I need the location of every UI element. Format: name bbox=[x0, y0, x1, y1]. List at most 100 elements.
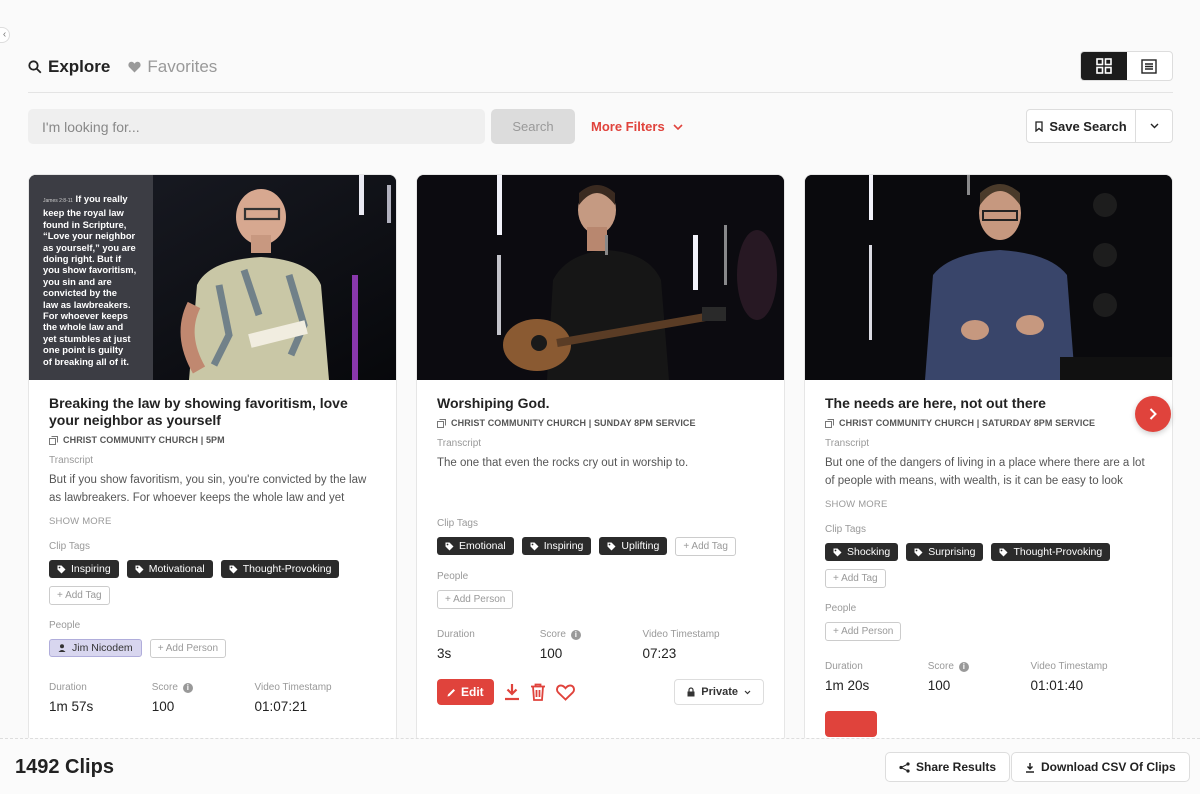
transcript-text: The one that even the rocks cry out in w… bbox=[437, 457, 689, 469]
save-search-label: Save Search bbox=[1049, 118, 1127, 134]
edit-button-label: Edit bbox=[461, 685, 484, 699]
person-chip[interactable]: Jim Nicodem bbox=[49, 639, 142, 657]
clip-count: 1492 Clips bbox=[15, 756, 114, 778]
clip-tag[interactable]: Surprising bbox=[906, 543, 984, 561]
clip-tags-label: Clip Tags bbox=[825, 524, 866, 535]
show-more-link[interactable]: SHOW MORE bbox=[825, 499, 1152, 510]
download-csv-button[interactable]: Download CSV Of Clips bbox=[1011, 752, 1190, 782]
timestamp-value: 01:07:21 bbox=[254, 699, 308, 714]
grid-view-button[interactable] bbox=[1081, 52, 1127, 80]
clip-card[interactable]: The needs are here, not out there CHRIST… bbox=[804, 174, 1173, 744]
timestamp-value: 07:23 bbox=[642, 646, 677, 661]
privacy-select[interactable]: Private bbox=[674, 679, 764, 705]
clip-thumbnail[interactable] bbox=[417, 175, 784, 380]
sidebar-collapse-toggle[interactable]: ‹ bbox=[0, 27, 10, 43]
copy-icon bbox=[437, 418, 446, 428]
list-icon bbox=[1141, 58, 1157, 74]
share-results-button[interactable]: Share Results bbox=[885, 752, 1011, 782]
clip-card[interactable]: James 2:8-11 If you really keep the roya… bbox=[28, 174, 397, 744]
add-tag-button[interactable]: + Add Tag bbox=[675, 537, 736, 556]
copy-icon bbox=[49, 435, 58, 445]
trash-icon[interactable] bbox=[530, 683, 546, 701]
copy-icon bbox=[825, 418, 834, 428]
clip-meta: CHRIST COMMUNITY CHURCH | SATURDAY 8PM S… bbox=[825, 418, 1152, 428]
clip-tag-label: Thought-Provoking bbox=[242, 563, 332, 575]
tag-icon bbox=[135, 565, 144, 573]
search-button[interactable]: Search bbox=[491, 109, 575, 144]
info-icon[interactable]: i bbox=[182, 682, 193, 693]
more-filters-button[interactable]: More Filters bbox=[591, 109, 683, 144]
clip-title[interactable]: Breaking the law by showing favoritism, … bbox=[49, 395, 376, 429]
tag-icon bbox=[833, 548, 842, 556]
clip-tag[interactable]: Thought-Provoking bbox=[220, 560, 340, 578]
privacy-label: Private bbox=[701, 686, 738, 698]
video-frame-speaker bbox=[805, 175, 1172, 380]
chevron-down-icon bbox=[1150, 123, 1158, 129]
transcript-text: But if you show favoritism, you sin, you… bbox=[49, 474, 367, 504]
more-filters-label: More Filters bbox=[591, 119, 665, 134]
clip-meta: CHRIST COMMUNITY CHURCH | 5PM bbox=[49, 435, 376, 445]
add-person-button[interactable]: + Add Person bbox=[437, 590, 514, 609]
clip-tag[interactable]: Emotional bbox=[437, 537, 514, 555]
add-person-button[interactable]: + Add Person bbox=[825, 622, 902, 641]
show-more-link[interactable]: SHOW MORE bbox=[49, 516, 376, 527]
timestamp-label: Video Timestamp bbox=[642, 629, 720, 640]
edit-button[interactable]: Edit bbox=[437, 679, 494, 705]
clip-tag[interactable]: Uplifting bbox=[599, 537, 668, 555]
download-icon[interactable] bbox=[504, 683, 520, 701]
clip-tag[interactable]: Thought-Provoking bbox=[991, 543, 1111, 561]
clip-source: CHRIST COMMUNITY CHURCH | SATURDAY 8PM S… bbox=[839, 418, 1096, 428]
next-page-button[interactable] bbox=[1135, 396, 1171, 432]
timestamp-label: Video Timestamp bbox=[254, 682, 332, 693]
slide-line: For whoever keeps bbox=[43, 310, 128, 322]
transcript-label: Transcript bbox=[437, 438, 482, 449]
clip-card[interactable]: Worshiping God. CHRIST COMMUNITY CHURCH … bbox=[416, 174, 785, 744]
slide-line: convicted by the bbox=[43, 287, 117, 299]
clip-tag[interactable]: Inspiring bbox=[49, 560, 119, 578]
clip-actions: Edit Private bbox=[437, 679, 764, 705]
add-tag-button[interactable]: + Add Tag bbox=[825, 569, 886, 588]
share-icon bbox=[899, 761, 910, 773]
clip-tag[interactable]: Shocking bbox=[825, 543, 899, 561]
clip-title[interactable]: Worshiping God. bbox=[437, 395, 764, 412]
clip-tag[interactable]: Inspiring bbox=[521, 537, 592, 555]
chevron-down-icon bbox=[744, 690, 751, 694]
slide-line: found in Scripture, bbox=[43, 218, 127, 230]
bookmark-icon bbox=[1035, 120, 1043, 132]
clip-stats: Duration 1m 57s Score i 100 Video Timestamp… bbox=[49, 682, 376, 714]
list-view-button[interactable] bbox=[1127, 52, 1173, 80]
slide-line: of breaking all of it. bbox=[43, 355, 129, 367]
tab-explore[interactable]: Explore bbox=[28, 57, 110, 77]
add-person-button[interactable]: + Add Person bbox=[149, 639, 227, 658]
slide-line: as yourself,” you are bbox=[43, 241, 136, 253]
edit-button[interactable] bbox=[825, 711, 877, 737]
heart-icon[interactable] bbox=[555, 684, 575, 701]
clip-tags-label: Clip Tags bbox=[437, 518, 478, 529]
clip-tag[interactable]: Motivational bbox=[126, 560, 213, 578]
search-button-label: Search bbox=[512, 119, 554, 134]
clip-tags: Emotional Inspiring Uplifting + Add Tag bbox=[437, 537, 764, 556]
share-results-label: Share Results bbox=[916, 760, 997, 774]
duration-value: 1m 20s bbox=[825, 678, 870, 693]
tag-icon bbox=[914, 548, 923, 556]
info-icon[interactable]: i bbox=[570, 629, 581, 640]
search-input[interactable] bbox=[28, 109, 485, 144]
clip-thumbnail[interactable]: James 2:8-11 If you really keep the roya… bbox=[29, 175, 396, 380]
clip-title[interactable]: The needs are here, not out there bbox=[825, 395, 1152, 412]
duration-label: Duration bbox=[437, 629, 475, 640]
download-csv-label: Download CSV Of Clips bbox=[1041, 760, 1176, 774]
chevron-down-icon bbox=[673, 123, 683, 130]
info-icon[interactable]: i bbox=[958, 661, 969, 672]
person-name: Jim Nicodem bbox=[72, 642, 133, 654]
slide-line: keep the royal law bbox=[43, 207, 124, 219]
save-search-dropdown[interactable] bbox=[1136, 110, 1172, 142]
clip-tag-label: Thought-Provoking bbox=[1013, 546, 1103, 558]
clip-thumbnail[interactable] bbox=[805, 175, 1172, 380]
score-value: 100 bbox=[151, 699, 175, 714]
tab-favorites[interactable]: Favorites bbox=[128, 57, 217, 77]
save-search-button[interactable]: Save Search bbox=[1027, 110, 1136, 142]
clip-tag-label: Inspiring bbox=[71, 563, 111, 575]
add-tag-button[interactable]: + Add Tag bbox=[49, 586, 110, 605]
slide-line: doing right. But if bbox=[43, 253, 122, 265]
results-footer: 1492 Clips Share Results Download CSV Of… bbox=[0, 738, 1200, 794]
